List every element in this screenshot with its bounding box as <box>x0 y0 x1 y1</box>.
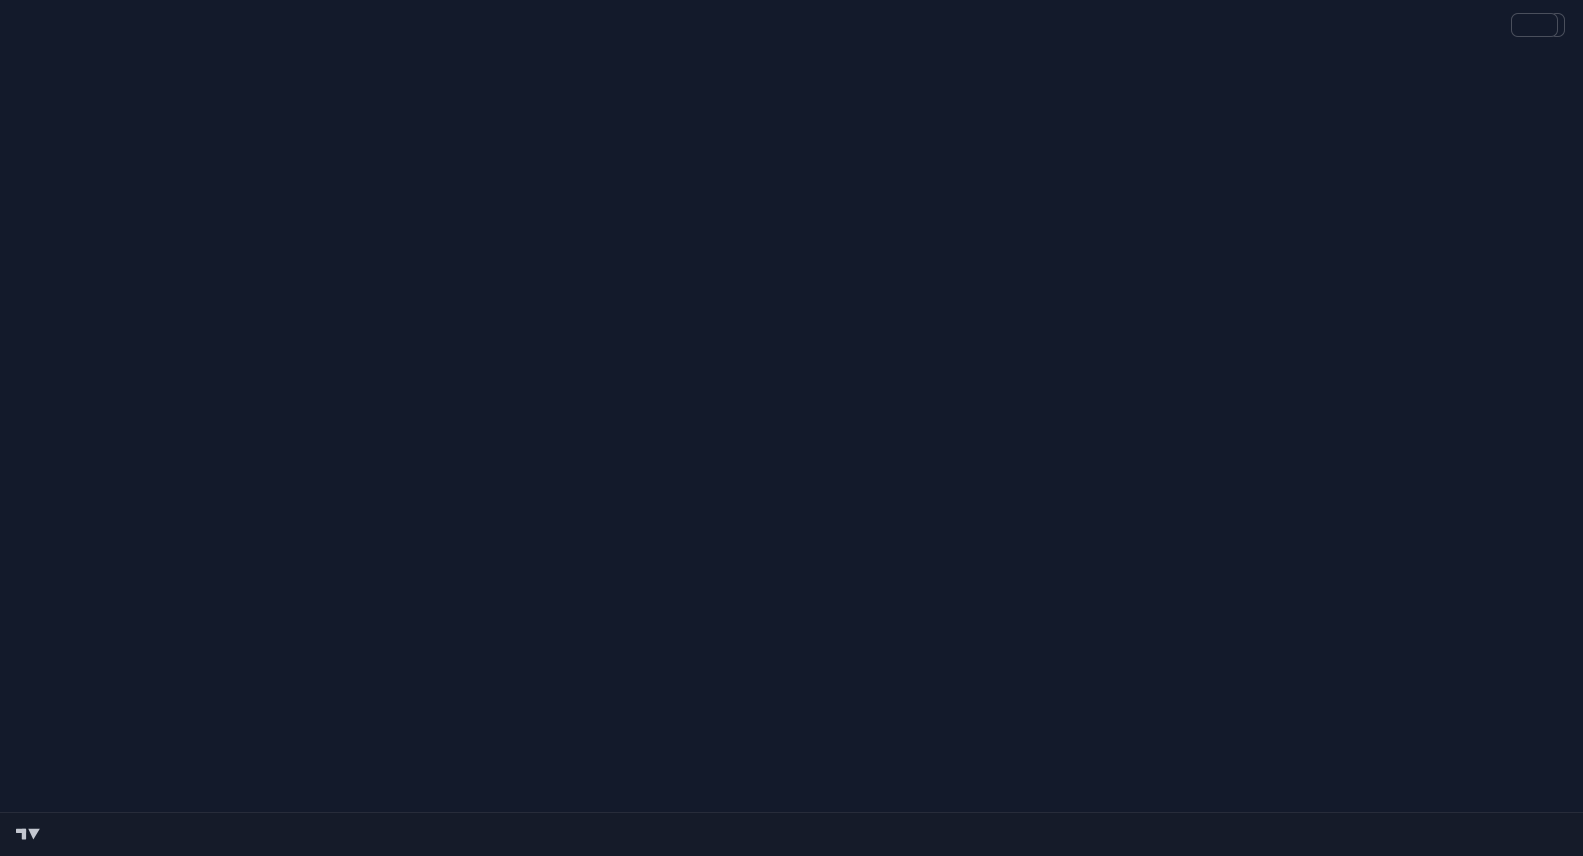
chart-window <box>0 0 1583 856</box>
chart-canvas[interactable] <box>0 0 1583 856</box>
currency-toggle-button[interactable] <box>1511 13 1558 37</box>
time-axis[interactable] <box>0 781 1477 812</box>
tradingview-logo-icon[interactable] <box>16 826 42 843</box>
price-axis[interactable] <box>1477 8 1583 781</box>
footer-bar <box>0 812 1583 856</box>
